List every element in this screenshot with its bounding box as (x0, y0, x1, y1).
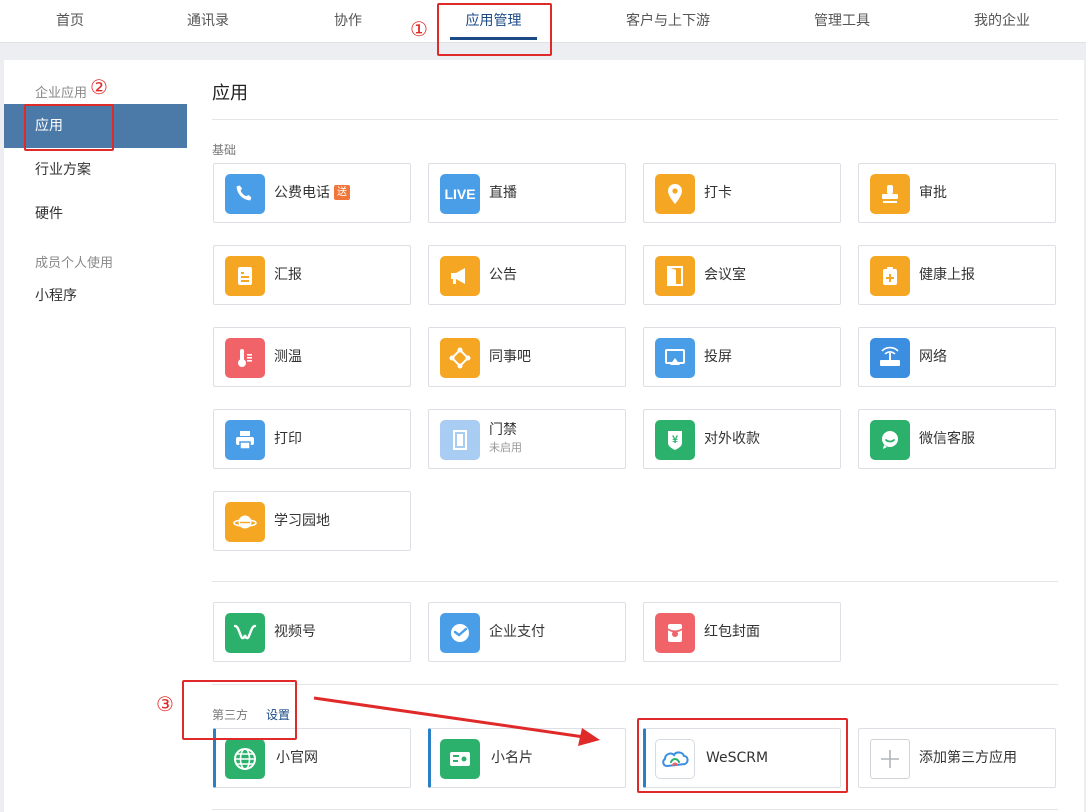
annotation-arrow (313, 696, 600, 746)
